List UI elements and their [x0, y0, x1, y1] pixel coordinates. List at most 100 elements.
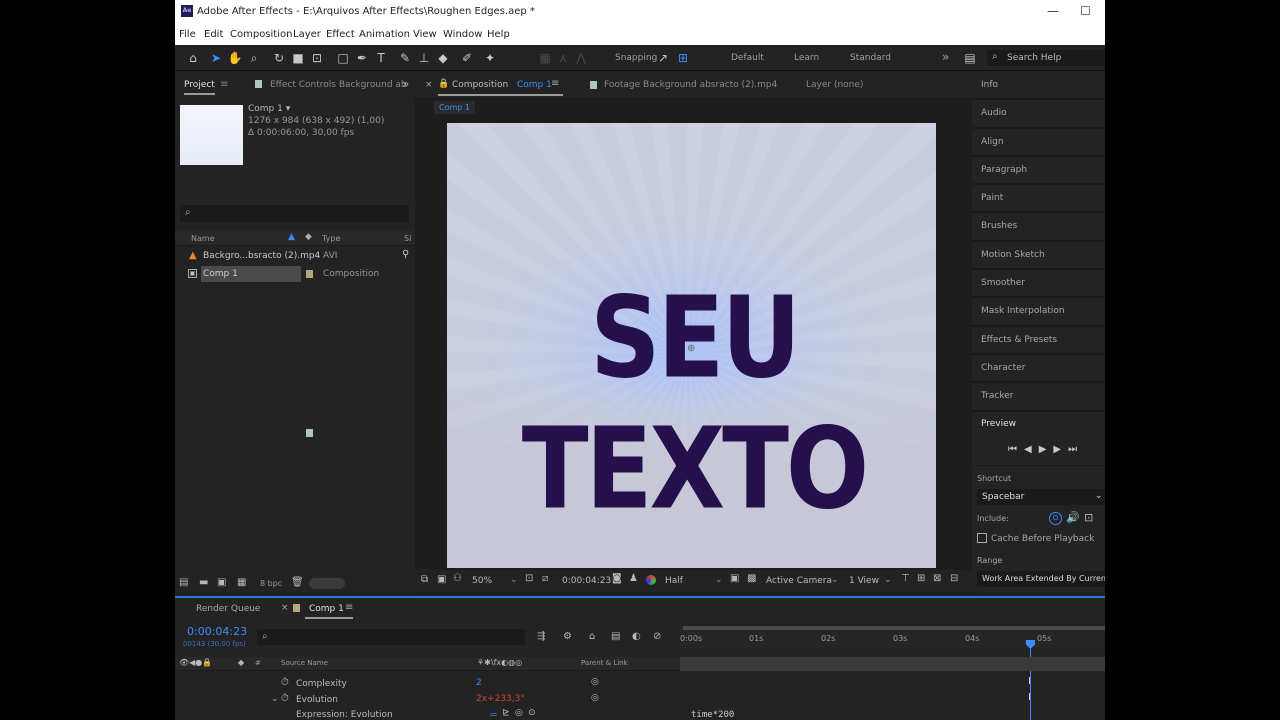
stopwatch-icon[interactable]: ⏱ [281, 693, 289, 704]
panel-info[interactable]: Info [981, 80, 998, 90]
workspace-default[interactable]: Default [731, 53, 764, 63]
panel-tracker[interactable]: Tracker [981, 391, 1013, 401]
keyframe-icon[interactable]: I [1028, 676, 1031, 687]
shy-layers-icon[interactable]: ⌂ [589, 631, 595, 642]
menu-file[interactable]: File [179, 29, 196, 40]
3d-glasses-icon[interactable]: ▣ [437, 574, 446, 585]
panel-menu-icon[interactable]: ≡ [551, 78, 559, 89]
region-icon[interactable]: ▣ [730, 573, 739, 584]
puppet-pin-tool-icon[interactable]: ✦ [482, 50, 498, 66]
zoom-tool-icon[interactable]: ⌕ [246, 50, 262, 66]
tab-footage[interactable]: Footage Background absracto (2).mp4 [604, 80, 777, 90]
property-row[interactable]: ⌄ ⏱ Evolution 2x+233,3° ◎ [175, 692, 680, 708]
time-ruler[interactable]: 0:00s 01s 02s 03s 04s 05s [680, 626, 1105, 648]
views-select[interactable]: 1 View [849, 576, 879, 586]
label-color-swatch[interactable] [306, 429, 313, 437]
tab-composition-name[interactable]: Comp 1 [517, 80, 552, 90]
panel-effects-presets[interactable]: Effects & Presets [981, 335, 1057, 345]
last-frame-icon[interactable]: ⏭ [1068, 444, 1084, 455]
project-item-row[interactable]: ▲ Backgro...bsracto (2).mp4 AVI ⚲ [175, 248, 415, 437]
property-row[interactable]: ⏱ Complexity 2 ◎ [175, 676, 680, 692]
panel-character[interactable]: Character [981, 363, 1025, 373]
expression-graph-icon[interactable]: ⊵ [502, 708, 510, 718]
menu-window[interactable]: Window [443, 29, 482, 40]
cache-checkbox[interactable] [977, 533, 987, 543]
workspace-standard[interactable]: Standard [850, 53, 891, 63]
brush-tool-icon[interactable]: ✎ [397, 50, 413, 66]
close-tab-icon[interactable]: × [425, 80, 433, 90]
panel-align[interactable]: Align [981, 137, 1004, 147]
bit-depth[interactable]: 8 bpc [260, 579, 282, 588]
column-size[interactable]: Si [404, 234, 411, 243]
first-frame-icon[interactable]: ⏮ [1008, 444, 1024, 455]
play-icon[interactable]: ▶ [1039, 444, 1054, 455]
expression-language-menu-icon[interactable]: ⊙ [528, 708, 536, 718]
composition-canvas[interactable]: SEU TEXTO ⊕ [447, 123, 936, 568]
vr-goggles-icon[interactable]: ⚇ [453, 573, 462, 584]
maximize-button[interactable]: ☐ [1080, 4, 1091, 18]
pick-whip-icon[interactable]: ◎ [591, 693, 599, 703]
tab-comp[interactable]: Comp 1 [309, 604, 344, 614]
panel-mask-interpolation[interactable]: Mask Interpolation [981, 306, 1065, 316]
fit-frame-icon[interactable]: ⊡ [525, 573, 533, 584]
panel-paragraph[interactable]: Paragraph [981, 165, 1027, 175]
pen-tool-icon[interactable]: ✒ [354, 50, 370, 66]
type-tool-icon[interactable]: T [373, 50, 389, 66]
chevron-down-icon[interactable]: ⌄ [510, 575, 518, 585]
toggle-pixel-icon[interactable]: ⊤ [901, 573, 910, 584]
minimize-button[interactable]: — [1047, 4, 1059, 18]
chevron-down-icon[interactable]: ⌄ [831, 575, 839, 585]
always-preview-icon[interactable]: ⧉ [421, 574, 428, 585]
work-area-bar[interactable] [683, 626, 1105, 630]
timeline-search-input[interactable]: ⌕ [257, 629, 525, 645]
current-time[interactable]: 0:00:04:23 [187, 625, 247, 638]
trash-icon[interactable]: 🗑 [291, 577, 304, 588]
snapshot-camera-icon[interactable]: ◙ [612, 573, 622, 584]
snap-features-icon[interactable]: ⊞ [675, 50, 691, 66]
reset-exposure-icon[interactable]: ⊞ [917, 573, 925, 584]
overlay-icon[interactable]: ⊡ [1084, 511, 1093, 524]
graph-editor-icon[interactable]: ⊘ [653, 631, 661, 642]
tab-render-queue[interactable]: Render Queue [196, 604, 260, 614]
property-value[interactable]: 2 [476, 678, 482, 688]
layer-duration-bar[interactable] [680, 657, 1105, 671]
pick-whip-icon[interactable]: ◎ [591, 677, 599, 687]
project-item-row[interactable]: ▣ Comp 1 Composition [175, 266, 415, 283]
loop-icon[interactable]: O [1049, 512, 1062, 525]
expression-enable-icon[interactable]: ＝ [489, 708, 498, 720]
hand-tool-icon[interactable]: ✋ [227, 50, 243, 66]
search-help-field[interactable]: ⌕ Search Help [987, 50, 1105, 66]
viewer-timecode[interactable]: 0:00:04:23 [562, 576, 611, 586]
resolution-select[interactable]: Half [665, 576, 683, 586]
panel-audio[interactable]: Audio [981, 108, 1007, 118]
property-value[interactable]: 2x+233,3° [476, 694, 525, 704]
property-row[interactable]: Expression: Evolution ＝ ⊵ ◎ ⊙ [175, 708, 680, 720]
label-tag-icon[interactable]: ◆ [305, 232, 312, 242]
roto-brush-tool-icon[interactable]: ✐ [459, 50, 475, 66]
clone-stamp-tool-icon[interactable]: ⊥ [416, 50, 432, 66]
project-settings-icon[interactable]: ▦ [237, 577, 246, 588]
workspace-overflow-icon[interactable]: » [942, 50, 949, 64]
column-parent-link[interactable]: Parent & Link [581, 659, 628, 667]
pan-behind-tool-icon[interactable]: ⊡ [309, 50, 325, 66]
menu-layer[interactable]: Layer [293, 29, 321, 40]
close-tab-icon[interactable]: × [281, 603, 289, 613]
frame-blending-icon[interactable]: ▤ [611, 631, 620, 642]
timeline-toggle-icon[interactable]: ⊟ [950, 573, 958, 584]
column-name[interactable]: Name [191, 234, 215, 243]
chevron-down-icon[interactable]: ⌄ [884, 575, 892, 585]
expression-pickwhip-icon[interactable]: ◎ [515, 708, 523, 718]
column-source-name[interactable]: Source Name [281, 659, 328, 667]
camera-tool-icon[interactable]: ■ [290, 50, 306, 66]
project-search-input[interactable]: ⌕ [180, 205, 409, 222]
panel-menu-icon[interactable]: ≡ [220, 79, 228, 90]
selection-tool-icon[interactable]: ➤ [208, 50, 224, 66]
snap-edges-icon[interactable]: ↗ [655, 50, 671, 66]
chevron-down-icon[interactable]: ⌄ [715, 575, 723, 585]
new-composition-icon[interactable]: ▣ [217, 577, 226, 588]
zoom-select[interactable]: 50% [472, 576, 492, 586]
sort-ascending-icon[interactable]: ▲ [288, 232, 295, 242]
composition-mini-flowchart-icon[interactable]: ⇶ [537, 631, 545, 642]
label-color-swatch[interactable] [306, 270, 313, 278]
stopwatch-icon[interactable]: ⏱ [281, 677, 289, 688]
